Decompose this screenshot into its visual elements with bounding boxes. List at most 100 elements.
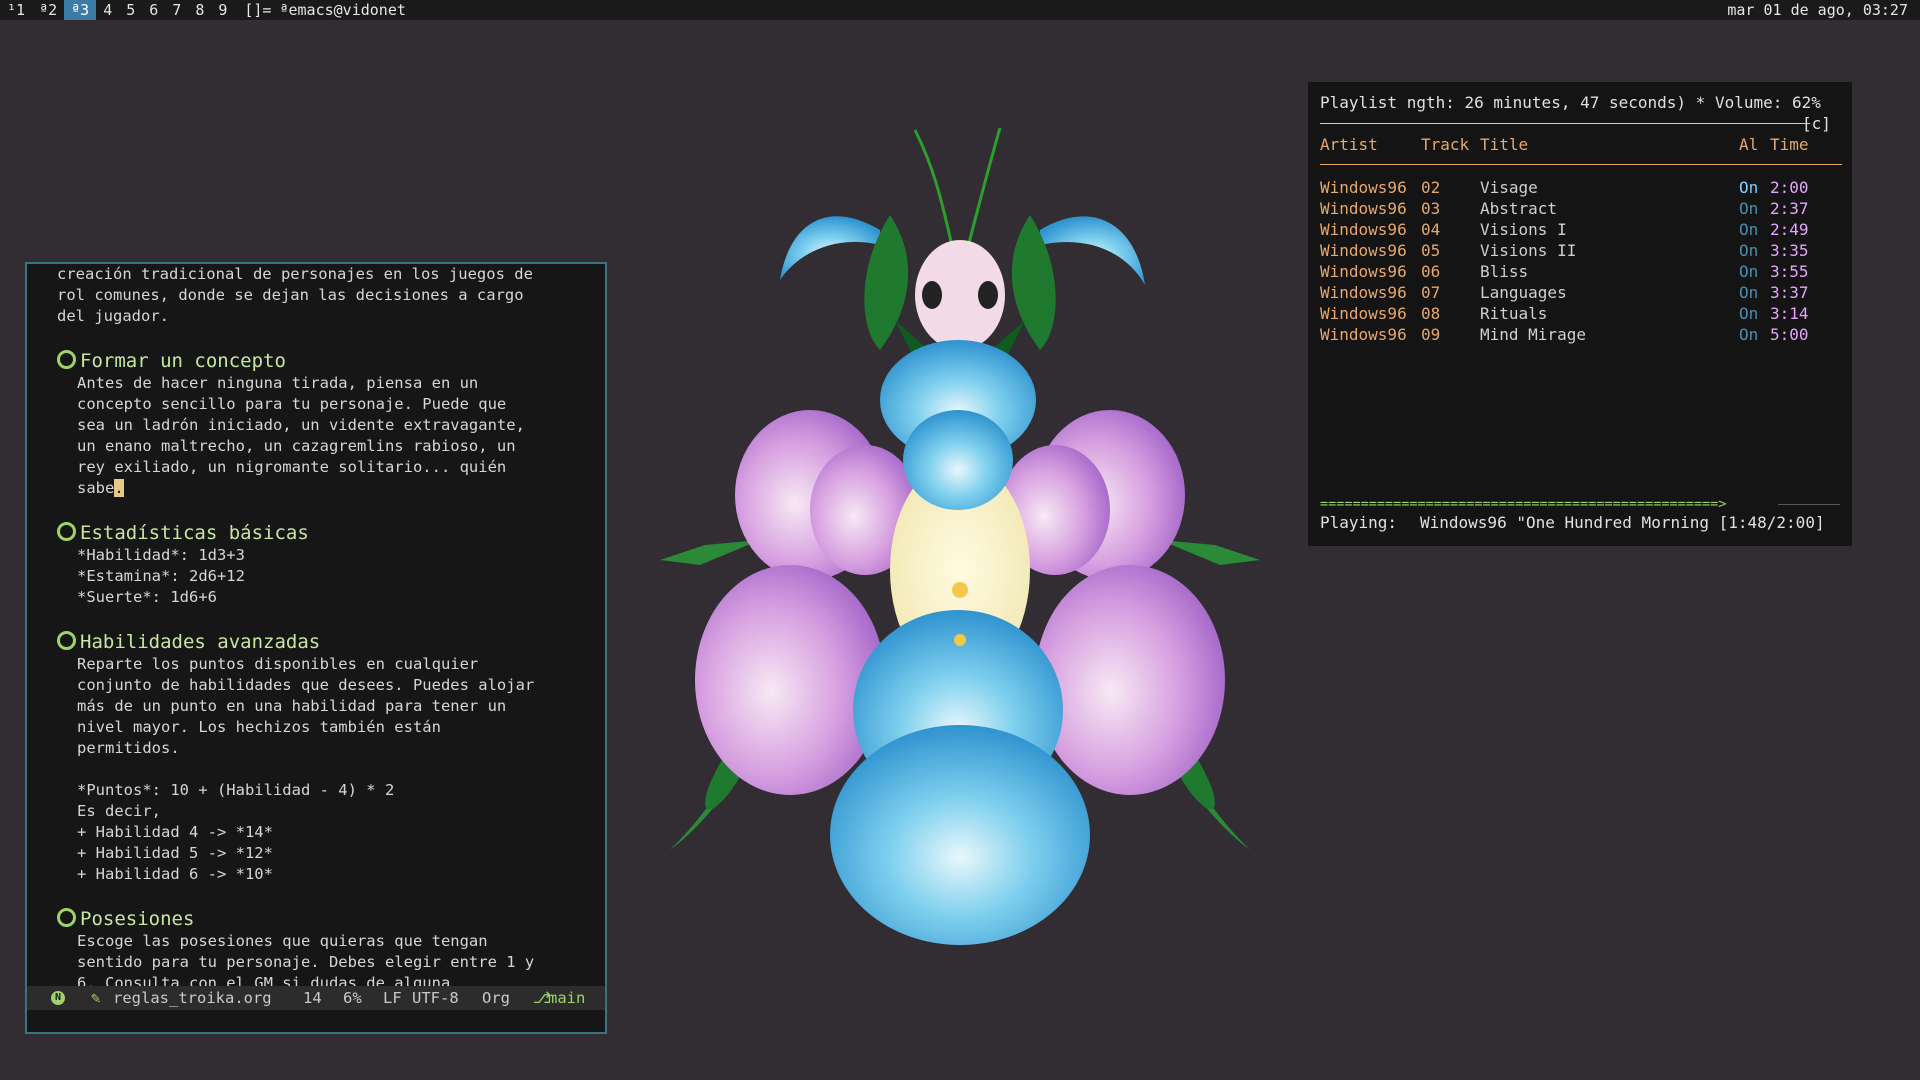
track-artist: Windows96 [1320, 304, 1407, 323]
workspace-2[interactable]: ª2 [32, 0, 64, 20]
track-title: Visions I [1480, 220, 1567, 239]
top-status-bar: ¹1 ª2 ª3 4 5 6 7 8 9 []= ªemacs@vidonet … [0, 0, 1920, 20]
text-line: Antes de hacer ninguna tirada, piensa en… [77, 374, 479, 392]
text-line: rol comunes, donde se dejan las decision… [57, 286, 524, 304]
track-title: Mind Mirage [1480, 325, 1586, 344]
workspace-3[interactable]: ª3 [64, 0, 97, 20]
encoding[interactable]: UTF-8 [412, 986, 459, 1010]
heading-bullet-icon [57, 522, 76, 541]
track-row[interactable]: Windows96 04 Visions I On 2:49 [1308, 219, 1852, 240]
track-number: 05 [1421, 241, 1441, 260]
track-time: 3:55 [1770, 262, 1809, 281]
workspace-6[interactable]: 6 [142, 0, 165, 20]
track-row[interactable]: Windows96 07 Languages On 3:37 [1308, 282, 1852, 303]
header-divider [1320, 123, 1810, 124]
track-album: On [1739, 220, 1759, 239]
track-artist: Windows96 [1320, 325, 1407, 344]
track-number: 03 [1421, 199, 1441, 218]
track-number: 06 [1421, 262, 1441, 281]
text-line: *Estamina*: 2d6+12 [77, 567, 245, 585]
playlist-header: Playlist ngth: 26 minutes, 47 seconds) *… [1320, 93, 1821, 112]
track-album: On [1739, 262, 1759, 281]
workspace-8[interactable]: 8 [188, 0, 211, 20]
status-label: Playing: [1320, 513, 1398, 532]
track-time: 2:37 [1770, 199, 1809, 218]
text-line: un enano maltrecho, un cazagremlins rabi… [77, 437, 516, 455]
track-number: 07 [1421, 283, 1441, 302]
track-artist: Windows96 [1320, 220, 1407, 239]
evil-state-badge: N [51, 991, 65, 1005]
text-line: + Habilidad 4 -> *14* [77, 823, 273, 841]
text-line: *Habilidad*: 1d3+3 [77, 546, 245, 564]
column-header-track[interactable]: Track [1421, 134, 1469, 155]
track-row[interactable]: Windows96 02 Visage On 2:00 [1308, 177, 1852, 198]
org-heading[interactable]: Habilidades avanzadas [57, 630, 320, 654]
track-row[interactable]: Windows96 09 Mind Mirage On 5:00 [1308, 324, 1852, 345]
columns-divider [1320, 164, 1842, 165]
buffer-position-percent: 6% [343, 989, 362, 1007]
track-row[interactable]: Windows96 08 Rituals On 3:14 [1308, 303, 1852, 324]
workspace-7[interactable]: 7 [165, 0, 188, 20]
track-time: 2:00 [1770, 178, 1809, 197]
cmus-music-player-window[interactable]: Playlist ngth: 26 minutes, 47 seconds) *… [1308, 82, 1852, 546]
text-line: conjunto de habilidades que desees. Pued… [77, 676, 535, 694]
track-album: On [1739, 304, 1759, 323]
text-line: Es decir, [77, 802, 161, 820]
workspace-4[interactable]: 4 [96, 0, 119, 20]
playlist-tag: [c] [1802, 114, 1831, 133]
track-row[interactable]: Windows96 05 Visions II On 3:35 [1308, 240, 1852, 261]
column-header-album[interactable]: Al [1739, 134, 1758, 155]
track-artist: Windows96 [1320, 241, 1407, 260]
column-header-time[interactable]: Time [1770, 134, 1809, 155]
track-title: Bliss [1480, 262, 1529, 281]
emacs-window[interactable]: creación tradicional de personajes en lo… [25, 262, 607, 1034]
workspace-list: ¹1 ª2 ª3 4 5 6 7 8 9 []= ªemacs@vidonet [0, 0, 410, 20]
workspace-1[interactable]: ¹1 [0, 0, 32, 20]
text-line: nivel mayor. Los hechizos también están [77, 718, 441, 736]
eol-type[interactable]: LF [383, 986, 402, 1010]
text-line-with-cursor: sabe. [77, 478, 124, 499]
now-playing-status: Windows96 "One Hundred Morning [1:48/2:0… [1420, 513, 1825, 532]
workspace-9[interactable]: 9 [211, 0, 234, 20]
track-time: 5:00 [1770, 325, 1809, 344]
column-header-artist[interactable]: Artist [1320, 134, 1378, 155]
text-line: del jugador. [57, 307, 169, 325]
track-artist: Windows96 [1320, 262, 1407, 281]
track-row[interactable]: Windows96 03 Abstract On 2:37 [1308, 198, 1852, 219]
text-line: + Habilidad 5 -> *12* [77, 844, 273, 862]
track-album: On [1739, 199, 1759, 218]
text-line: concepto sencillo para tu personaje. Pue… [77, 395, 507, 413]
track-time: 3:35 [1770, 241, 1809, 260]
track-row[interactable]: Windows96 06 Bliss On 3:55 [1308, 261, 1852, 282]
track-time: 2:49 [1770, 220, 1809, 239]
focused-window-title: ªemacs@vidonet [279, 1, 406, 19]
text-line: *Puntos*: 10 + (Habilidad - 4) * 2 [77, 781, 395, 799]
org-heading[interactable]: Estadísticas básicas [57, 521, 309, 545]
heading-bullet-icon [57, 631, 76, 650]
workspace-5[interactable]: 5 [119, 0, 142, 20]
track-album: On [1739, 283, 1759, 302]
text-line: más de un punto en una habilidad para te… [77, 697, 507, 715]
buffer-filename[interactable]: reglas_troika.org [113, 986, 272, 1010]
track-artist: Windows96 [1320, 283, 1407, 302]
wallpaper-flower-insect-illustration [660, 127, 1260, 945]
text-line: Escoge las posesiones que quieras que te… [77, 932, 488, 950]
org-heading[interactable]: Posesiones [57, 907, 194, 931]
layout-indicator[interactable]: []= [234, 0, 275, 20]
track-title: Visions II [1480, 241, 1577, 260]
org-heading[interactable]: Formar un concepto [57, 349, 286, 373]
playback-progress-remaining [1778, 504, 1840, 505]
text-line: creación tradicional de personajes en lo… [57, 265, 533, 283]
track-number: 08 [1421, 304, 1441, 323]
track-album: On [1739, 325, 1759, 344]
track-title: Rituals [1480, 304, 1548, 323]
text-line: sentido para tu personaje. Debes elegir … [77, 953, 535, 971]
track-artist: Windows96 [1320, 178, 1407, 197]
track-number: 02 [1421, 178, 1441, 197]
column-header-title[interactable]: Title [1480, 134, 1528, 155]
major-mode[interactable]: Org [482, 986, 510, 1010]
org-buffer[interactable]: creación tradicional de personajes en lo… [27, 264, 605, 986]
clock: mar 01 de ago, 03:27 [1727, 1, 1908, 19]
track-album: On [1739, 178, 1759, 197]
git-branch[interactable]: main [548, 986, 585, 1010]
